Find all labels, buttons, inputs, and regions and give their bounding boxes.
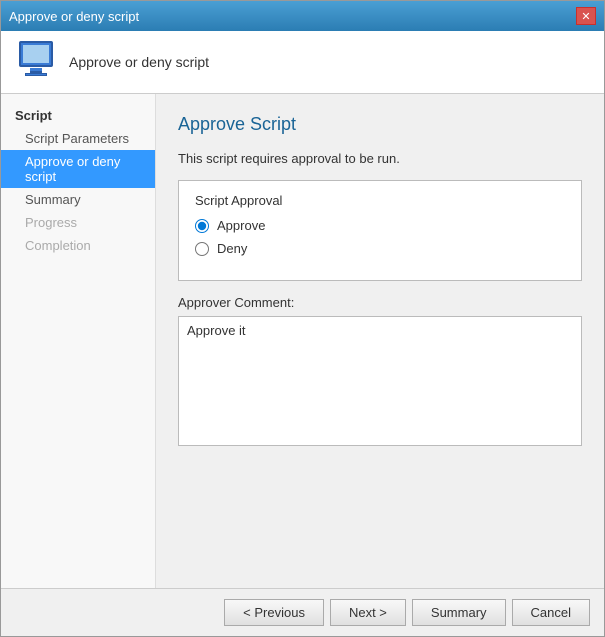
content-area: Script Script Parameters Approve or deny… [1,94,604,588]
comment-label: Approver Comment: [178,295,582,310]
approve-radio[interactable] [195,219,209,233]
comment-section: Approver Comment: Approve it [178,295,582,449]
script-approval-group: Script Approval Approve Deny [178,180,582,281]
computer-icon [15,41,57,83]
panel-title: Approve Script [178,114,582,135]
titlebar-controls: ✕ [576,7,596,25]
sidebar-item-summary[interactable]: Summary [1,188,155,211]
sidebar-item-progress: Progress [1,211,155,234]
cancel-button[interactable]: Cancel [512,599,590,626]
previous-button[interactable]: < Previous [224,599,324,626]
approve-option[interactable]: Approve [195,218,565,233]
sidebar-item-completion: Completion [1,234,155,257]
info-text: This script requires approval to be run. [178,151,582,166]
sidebar-section-label: Script [1,104,155,127]
header-text: Approve or deny script [69,54,209,70]
sidebar: Script Script Parameters Approve or deny… [1,94,156,588]
close-button[interactable]: ✕ [576,7,596,25]
summary-button[interactable]: Summary [412,599,506,626]
main-window: Approve or deny script ✕ Approve or deny… [0,0,605,637]
main-panel: Approve Script This script requires appr… [156,94,604,588]
next-button[interactable]: Next > [330,599,406,626]
window-title: Approve or deny script [9,9,139,24]
comment-textarea[interactable]: Approve it [178,316,582,446]
footer: < Previous Next > Summary Cancel [1,588,604,636]
deny-option[interactable]: Deny [195,241,565,256]
deny-radio[interactable] [195,242,209,256]
titlebar: Approve or deny script ✕ [1,1,604,31]
sidebar-item-approve-or-deny-script[interactable]: Approve or deny script [1,150,155,188]
group-box-label: Script Approval [195,193,565,208]
approve-label: Approve [217,218,265,233]
sidebar-item-script-parameters[interactable]: Script Parameters [1,127,155,150]
header-bar: Approve or deny script [1,31,604,94]
deny-label: Deny [217,241,247,256]
